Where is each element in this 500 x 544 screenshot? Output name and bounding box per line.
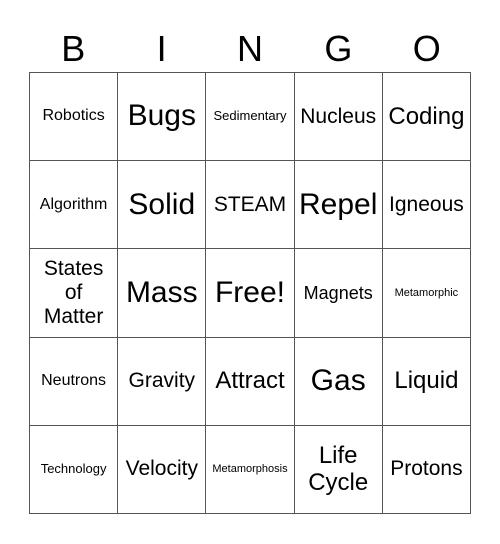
bingo-cell[interactable]: Magnets xyxy=(294,249,383,338)
bingo-header: B I N G O xyxy=(29,24,471,74)
bingo-cell-text: Nucleus xyxy=(300,104,377,128)
bingo-cell-text: Protons xyxy=(390,457,463,481)
header-letter-o: O xyxy=(412,28,441,69)
bingo-cell-text: Algorithm xyxy=(39,195,108,213)
bingo-cell[interactable]: Coding xyxy=(382,73,471,162)
bingo-card-grid: Robotics Bugs Sedimentary Nucleus Coding Algo… xyxy=(29,72,471,514)
bingo-cell[interactable]: Gas xyxy=(294,337,383,426)
bingo-cell[interactable]: Sedimentary xyxy=(206,73,295,162)
header-letter-i: I xyxy=(156,28,167,69)
header-letter-g: G xyxy=(324,28,353,69)
bingo-cell-text: Metamorphosis xyxy=(212,463,288,476)
bingo-cell-text: Solid xyxy=(128,187,196,221)
bingo-cell-text: Coding xyxy=(388,102,465,130)
bingo-cell[interactable]: Life Cycle xyxy=(294,425,383,514)
bingo-cell[interactable]: Bugs xyxy=(118,73,207,162)
bingo-cell-text: Gravity xyxy=(128,369,196,393)
bingo-cell-text: Bugs xyxy=(127,99,196,133)
bingo-cell-free[interactable]: Free! xyxy=(206,249,295,338)
bingo-cell-text: Life Cycle xyxy=(308,441,369,497)
header-letter-n: N xyxy=(236,28,263,69)
bingo-cell[interactable]: Nucleus xyxy=(294,73,383,162)
bingo-cell-text: Gas xyxy=(310,363,366,397)
bingo-cell-text: Free! xyxy=(214,275,285,309)
bingo-cell[interactable]: States of Matter xyxy=(30,249,119,338)
bingo-cell[interactable]: Protons xyxy=(382,425,471,514)
bingo-cell[interactable]: Metamorphic xyxy=(382,249,471,338)
bingo-cell[interactable]: Technology xyxy=(30,425,119,514)
bingo-cell[interactable]: Metamorphosis xyxy=(206,425,295,514)
bingo-cell[interactable]: Mass xyxy=(118,249,207,338)
bingo-cell-text: Igneous xyxy=(389,192,464,216)
bingo-cell[interactable]: Repel xyxy=(294,161,383,250)
bingo-cell-text: Mass xyxy=(125,275,198,309)
bingo-cell-text: Magnets xyxy=(303,282,373,303)
bingo-cell-text: Metamorphic xyxy=(394,286,459,299)
bingo-cell-text: Robotics xyxy=(42,107,105,125)
bingo-cell-text: Technology xyxy=(40,460,107,476)
bingo-cell[interactable]: Igneous xyxy=(382,161,471,250)
bingo-cell-text: STEAM xyxy=(213,192,287,216)
bingo-cell[interactable]: Attract xyxy=(206,337,295,426)
bingo-cell[interactable]: Velocity xyxy=(118,425,207,514)
bingo-cell-text: Attract xyxy=(215,367,285,395)
bingo-cell[interactable]: Algorithm xyxy=(30,161,119,250)
bingo-cell-text: Repel xyxy=(299,187,378,221)
bingo-cell[interactable]: Robotics xyxy=(30,73,119,162)
bingo-cell[interactable]: STEAM xyxy=(206,161,295,250)
bingo-cell[interactable]: Gravity xyxy=(118,337,207,426)
bingo-cell-text: States of Matter xyxy=(43,256,104,329)
bingo-cell-text: Sedimentary xyxy=(213,108,287,124)
bingo-cell-text: Velocity xyxy=(125,457,198,481)
bingo-cell-text: Neutrons xyxy=(41,372,107,389)
bingo-cell[interactable]: Liquid xyxy=(382,337,471,426)
bingo-cell-text: Liquid xyxy=(394,367,459,395)
header-letter-b: B xyxy=(61,28,86,69)
bingo-cell[interactable]: Solid xyxy=(118,161,207,250)
bingo-cell[interactable]: Neutrons xyxy=(30,337,119,426)
